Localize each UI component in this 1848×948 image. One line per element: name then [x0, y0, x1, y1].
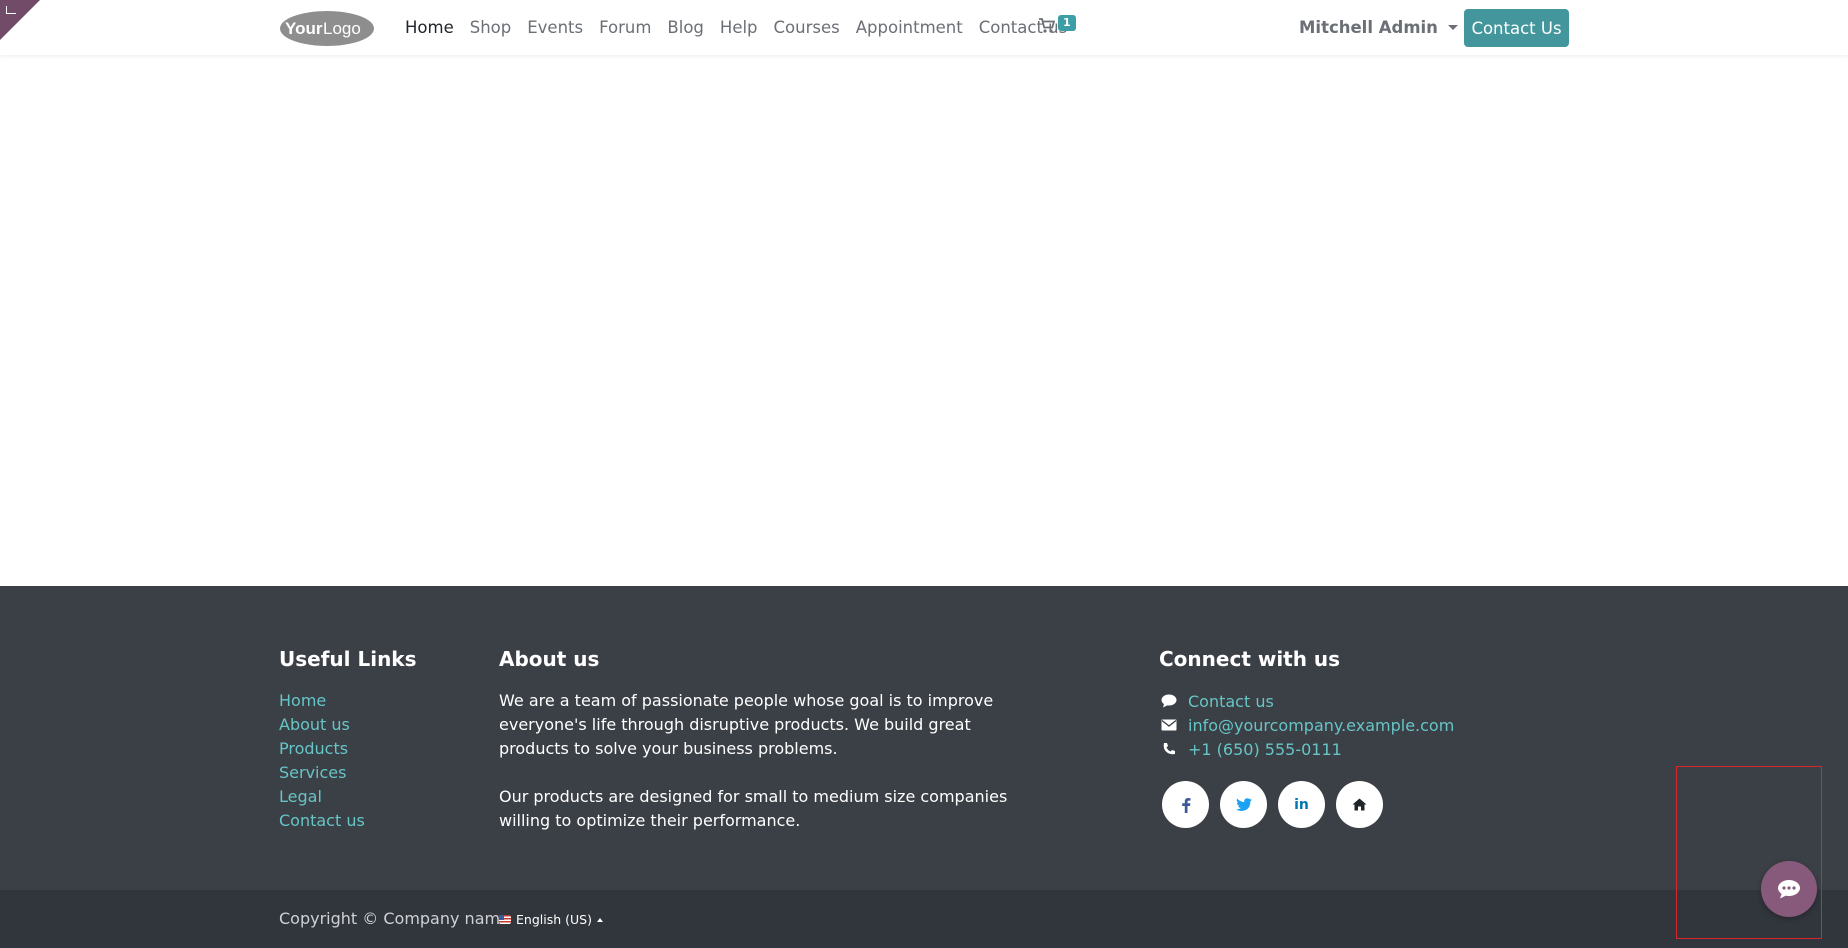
- nav-shop[interactable]: Shop: [470, 18, 512, 37]
- about-us-text: We are a team of passionate people whose…: [499, 689, 1019, 857]
- footer-link-contact-us[interactable]: Contact us: [279, 809, 365, 833]
- footer-link-legal[interactable]: Legal: [279, 785, 365, 809]
- nav-help[interactable]: Help: [720, 18, 758, 37]
- footer-bottom-bar: [0, 890, 1848, 948]
- useful-links-list: Home About us Products Services Legal Co…: [279, 689, 365, 833]
- logo-text-bold: Your: [285, 19, 323, 38]
- language-selector[interactable]: English (US): [499, 912, 603, 927]
- language-label[interactable]: English (US): [516, 912, 592, 927]
- nav-courses[interactable]: Courses: [774, 18, 840, 37]
- contact-us-button[interactable]: Contact Us: [1464, 9, 1569, 47]
- footer-link-about-us[interactable]: About us: [279, 713, 365, 737]
- linkedin-icon[interactable]: in: [1278, 781, 1325, 828]
- corner-icon: [6, 6, 16, 14]
- comment-icon: [1160, 692, 1178, 710]
- chat-icon: [1778, 880, 1800, 899]
- connect-contact-link[interactable]: Contact us: [1188, 692, 1274, 711]
- about-paragraph-2: Our products are designed for small to m…: [499, 787, 1008, 830]
- connect-phone-link[interactable]: +1 (650) 555-0111: [1188, 740, 1342, 759]
- useful-links-title: Useful Links: [279, 647, 417, 671]
- copyright-text: Copyright © Company name: [279, 909, 510, 928]
- nav-forum[interactable]: Forum: [599, 18, 651, 37]
- us-flag-icon: [499, 915, 511, 924]
- cart-count-badge[interactable]: 1: [1058, 15, 1076, 31]
- connect-title: Connect with us: [1159, 647, 1341, 671]
- connect-item-email: info@yourcompany.example.com: [1160, 713, 1454, 737]
- footer-link-products[interactable]: Products: [279, 737, 365, 761]
- logo-text-light: Logo: [323, 19, 361, 38]
- envelope-icon: [1160, 716, 1178, 734]
- home-icon[interactable]: [1336, 781, 1383, 828]
- main-nav: Home Shop Events Forum Blog Help Courses…: [405, 0, 1083, 55]
- social-links: in: [1162, 781, 1383, 828]
- connect-item-contact: Contact us: [1160, 689, 1274, 713]
- facebook-icon[interactable]: [1162, 781, 1209, 828]
- phone-icon: [1160, 740, 1178, 758]
- about-us-title: About us: [499, 647, 600, 671]
- cart-icon[interactable]: [1039, 18, 1055, 34]
- user-name[interactable]: Mitchell Admin: [1299, 18, 1438, 37]
- nav-blog[interactable]: Blog: [667, 18, 703, 37]
- site-header: Your Logo Home Shop Events Forum Blog He…: [0, 0, 1848, 55]
- company-logo[interactable]: Your Logo: [279, 10, 375, 47]
- footer-link-services[interactable]: Services: [279, 761, 365, 785]
- connect-item-phone: +1 (650) 555-0111: [1160, 737, 1342, 761]
- user-menu[interactable]: Mitchell Admin: [1299, 18, 1458, 37]
- footer-link-home[interactable]: Home: [279, 689, 365, 713]
- about-paragraph-1: We are a team of passionate people whose…: [499, 691, 994, 758]
- live-chat-button[interactable]: [1761, 861, 1817, 917]
- chevron-up-icon: [596, 917, 603, 922]
- chevron-down-icon: [1447, 25, 1458, 30]
- connect-email-link[interactable]: info@yourcompany.example.com: [1188, 716, 1454, 735]
- twitter-icon[interactable]: [1220, 781, 1267, 828]
- nav-events[interactable]: Events: [527, 18, 583, 37]
- nav-home[interactable]: Home: [405, 18, 454, 37]
- nav-appointment[interactable]: Appointment: [856, 18, 963, 37]
